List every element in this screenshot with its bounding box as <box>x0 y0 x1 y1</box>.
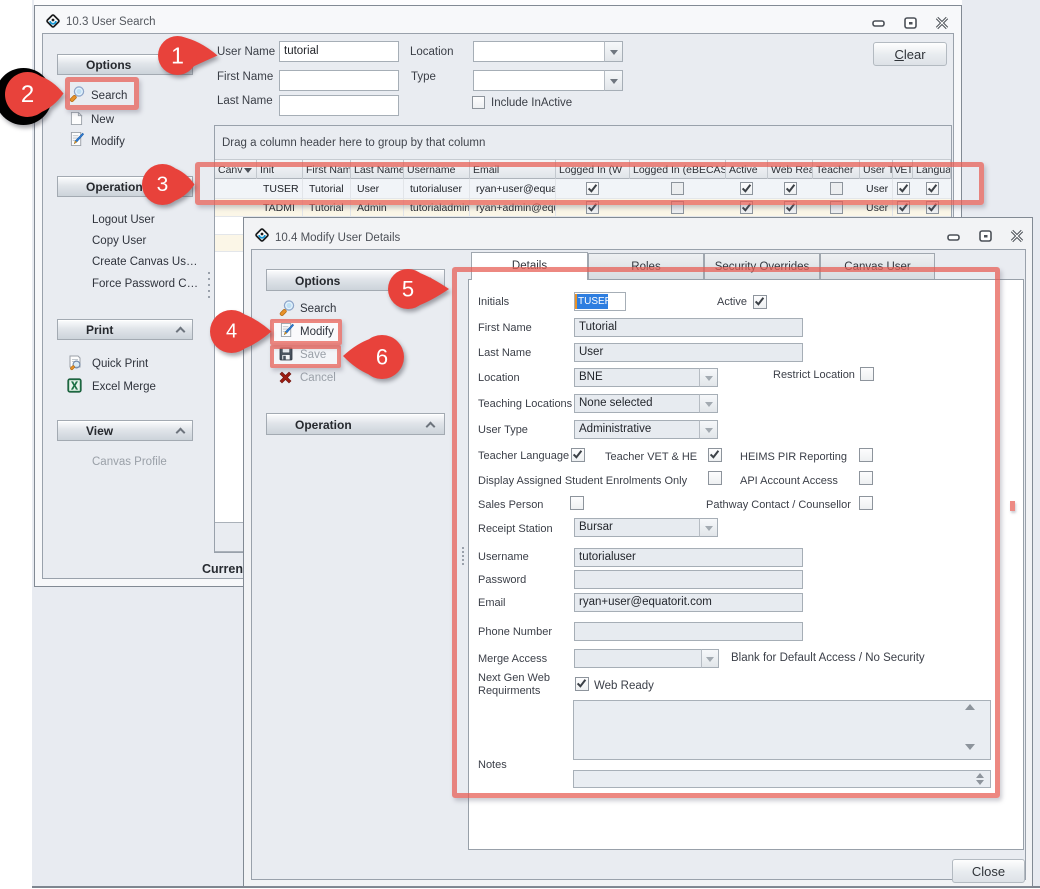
svg-text:4: 4 <box>225 320 236 342</box>
svg-text:6: 6 <box>376 345 388 370</box>
svg-text:1: 1 <box>171 42 184 68</box>
svg-text:3: 3 <box>156 173 168 196</box>
svg-text:5: 5 <box>402 277 414 302</box>
svg-text:2: 2 <box>20 81 33 108</box>
